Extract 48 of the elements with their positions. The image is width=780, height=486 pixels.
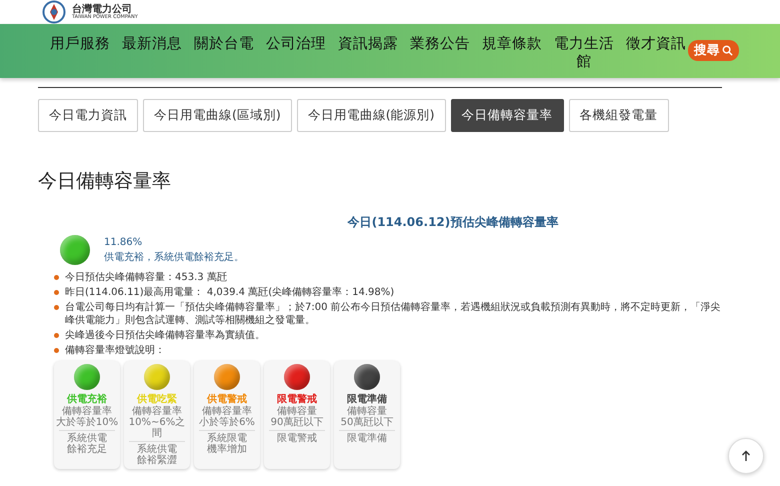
nav-link[interactable]: 規章條款 — [476, 35, 548, 53]
chart-title: 今日(114.06.12)預估尖峰備轉容量率 — [346, 214, 560, 231]
signal-title: 供電吃緊 — [137, 392, 177, 406]
nav-link[interactable]: 最新消息 — [116, 35, 188, 53]
tab[interactable]: 各機組發電量 — [568, 99, 669, 132]
nav-link[interactable]: 業務公告 — [404, 35, 476, 53]
bullet-icon — [54, 333, 59, 338]
company-name: 台灣電力公司 — [72, 4, 132, 14]
tab[interactable]: 今日電力資訊 — [38, 99, 138, 132]
bullet-icon — [54, 290, 59, 295]
tab[interactable]: 今日用電曲線(能源別) — [296, 99, 446, 132]
bullet-icon — [54, 275, 59, 280]
logo-icon — [42, 0, 66, 24]
search-button[interactable]: 搜尋 — [688, 40, 739, 61]
signal-note: 限電準備 — [339, 430, 395, 444]
signal-note: 系統限電 機率增加 — [199, 430, 255, 455]
info-text: 備轉容量率燈號說明： — [65, 344, 165, 357]
search-icon — [722, 45, 733, 56]
info-text: 台電公司每日均有計算一「預估尖峰備轉容量率」；於7:00 前公布今日預估備轉容量率，若遇機組狀況或負載預測有異動時，將不定時更新，「淨尖峰供電能力」則包含試運轉、測試等相關機組之發電量。 — [65, 301, 722, 327]
status-message: 供電充裕，系統供電餘裕充足。 — [104, 250, 244, 264]
signal-description: 備轉容量率 10%~6%之間 — [128, 406, 186, 439]
reserve-percentage: 11.86% — [104, 236, 144, 248]
signal-description: 備轉容量 50萬瓩以下 — [340, 406, 394, 428]
scroll-top-button[interactable] — [728, 438, 764, 474]
signal-description: 備轉容量率 小於等於6% — [199, 406, 255, 428]
nav-link[interactable]: 關於台電 — [188, 35, 260, 53]
nav-link[interactable]: 用戶服務 — [44, 35, 116, 53]
signal-title: 限電警戒 — [277, 392, 317, 406]
signal-title: 限電準備 — [347, 392, 387, 406]
signal-title: 供電警戒 — [207, 392, 247, 406]
info-text: 尖峰過後今日預估尖峰備轉容量率為實績值。 — [65, 329, 265, 342]
signal-note: 系統供電 餘裕充足 — [59, 430, 115, 455]
tab[interactable]: 今日備轉容量率 — [450, 99, 564, 132]
tab[interactable]: 今日用電曲線(區域別) — [143, 99, 292, 132]
signal-description: 備轉容量率 大於等於10% — [56, 406, 118, 428]
nav-link[interactable]: 電力生活館 — [548, 35, 620, 71]
signal-note: 限電警戒 — [269, 430, 325, 444]
info-text: 昨日(114.06.11)最高用電量： 4,039.4 萬瓩(尖峰備轉容量率：14.98%) — [65, 286, 394, 299]
arrow-up-icon — [741, 450, 751, 462]
signal-description: 備轉容量 90萬瓩以下 — [270, 406, 324, 428]
bullet-icon — [54, 348, 59, 353]
info-text: 今日預估尖峰備轉容量：453.3 萬瓩 — [65, 271, 227, 284]
bullet-icon — [54, 305, 59, 310]
nav-link[interactable]: 資訊揭露 — [332, 35, 404, 53]
signal-note: 系統供電 餘裕緊澀 — [129, 441, 185, 466]
signal-title: 供電充裕 — [67, 392, 107, 406]
nav-link[interactable]: 公司治理 — [260, 35, 332, 53]
section-heading: 今日備轉容量率 — [38, 169, 172, 194]
